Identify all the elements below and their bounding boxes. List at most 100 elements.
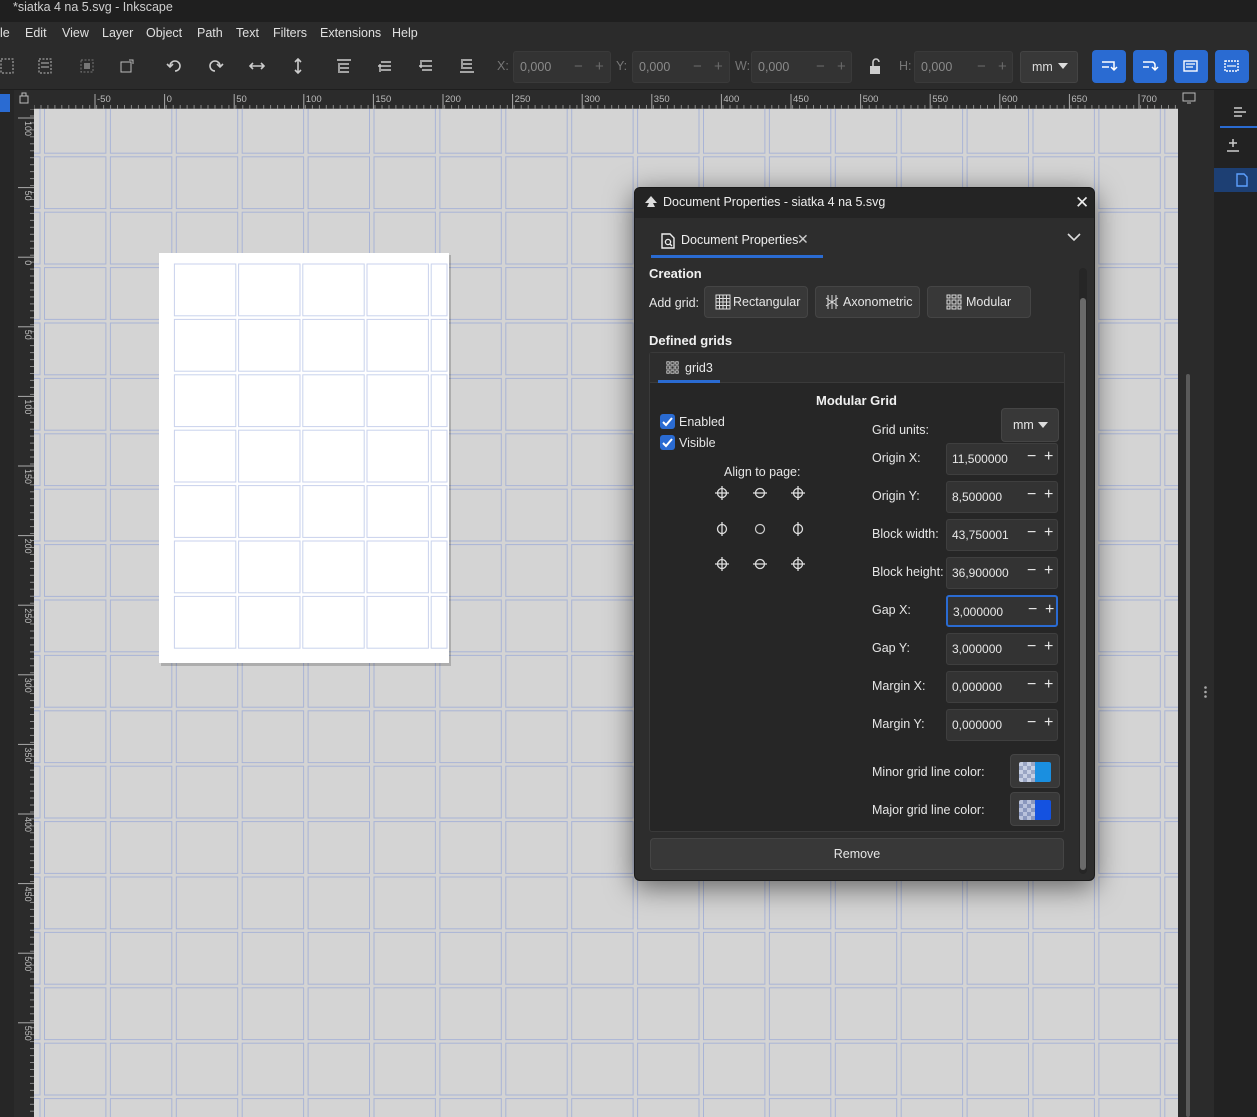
block-height-decrement-icon[interactable]: − xyxy=(1027,562,1036,580)
h-plus-icon[interactable]: + xyxy=(998,58,1007,75)
horizontal-ruler[interactable]: -50 0 50 100 150 200 250 300 350 400 450 500 550 600 6… xyxy=(34,90,1178,109)
move-patterns-button[interactable] xyxy=(1215,50,1249,83)
gap-y-spinbox[interactable]: 3,000000 − + xyxy=(946,633,1058,665)
dialog-titlebar[interactable]: Document Properties - siatka 4 na 5.svg … xyxy=(635,188,1094,218)
margin-x-spinbox[interactable]: 0,000000 − + xyxy=(946,671,1058,703)
block-height-value[interactable]: 36,900000 xyxy=(952,566,1009,580)
align-center-icon[interactable] xyxy=(754,523,766,535)
origin-y-spinbox[interactable]: 8,500000 − + xyxy=(946,481,1058,513)
origin-x-spinbox[interactable]: 11,500000 − + xyxy=(946,443,1058,475)
major-color-button[interactable] xyxy=(1010,792,1060,826)
lock-icon[interactable] xyxy=(867,57,885,75)
y-plus-icon[interactable]: + xyxy=(714,58,723,75)
deselect-icon[interactable] xyxy=(78,57,96,75)
gap-x-decrement-icon[interactable]: − xyxy=(1028,601,1037,619)
menu-layer[interactable]: Layer xyxy=(102,26,133,40)
align-middle-right-icon[interactable] xyxy=(792,522,804,536)
gap-x-spinbox[interactable]: 3,000000 − + xyxy=(946,595,1058,627)
rotate-cw-icon[interactable] xyxy=(206,57,224,75)
margin-y-increment-icon[interactable]: + xyxy=(1044,714,1053,732)
dock-handle[interactable] xyxy=(1200,90,1214,1117)
align-top-left-icon[interactable] xyxy=(715,486,729,500)
gap-y-value[interactable]: 3,000000 xyxy=(952,642,1002,656)
align-bottom-center-icon[interactable] xyxy=(753,558,767,570)
menu-file[interactable]: le xyxy=(0,26,10,40)
y-spinbox[interactable]: 0,000 − + xyxy=(632,51,730,83)
selector-tool-icon[interactable] xyxy=(0,94,10,112)
layers-tab[interactable] xyxy=(1220,98,1257,128)
rotate-ccw-icon[interactable] xyxy=(166,57,184,75)
align-top-center-icon[interactable] xyxy=(753,487,767,499)
margin-y-spinbox[interactable]: 0,000000 − + xyxy=(946,709,1058,741)
grid-units-dropdown[interactable]: mm xyxy=(1001,408,1059,442)
units-dropdown[interactable]: mm xyxy=(1020,51,1078,83)
y-minus-icon[interactable]: − xyxy=(693,58,702,75)
origin-y-increment-icon[interactable]: + xyxy=(1044,486,1053,504)
margin-y-value[interactable]: 0,000000 xyxy=(952,718,1002,732)
drag-handle-icon[interactable] xyxy=(1204,686,1207,698)
vertical-ruler[interactable]: 100 50 0 50 100 150 200 250 300 350 400 450 500 550 xyxy=(14,109,34,1117)
raise-to-top-icon[interactable] xyxy=(335,57,353,75)
w-spinbox[interactable]: 0,000 − + xyxy=(751,51,852,83)
dialog-scrollbar-thumb[interactable] xyxy=(1080,298,1086,870)
display-mode-icon[interactable] xyxy=(1182,92,1196,104)
w-minus-icon[interactable]: − xyxy=(816,58,825,75)
x-spinbox[interactable]: 0,000 − + xyxy=(513,51,611,83)
x-minus-icon[interactable]: − xyxy=(574,58,583,75)
menu-filters[interactable]: Filters xyxy=(273,26,307,40)
align-bottom-left-icon[interactable] xyxy=(715,557,729,571)
vertical-scrollbar[interactable] xyxy=(1178,109,1196,1117)
tabs-menu-chevron-icon[interactable] xyxy=(1067,231,1081,245)
gap-y-decrement-icon[interactable]: − xyxy=(1027,638,1036,656)
block-height-increment-icon[interactable]: + xyxy=(1044,562,1053,580)
menu-path[interactable]: Path xyxy=(197,26,223,40)
gap-y-increment-icon[interactable]: + xyxy=(1044,638,1053,656)
add-rectangular-grid-button[interactable]: Rectangular xyxy=(704,286,808,318)
gap-x-increment-icon[interactable]: + xyxy=(1045,601,1054,619)
menu-object[interactable]: Object xyxy=(146,26,182,40)
scrollbar-thumb[interactable] xyxy=(1186,374,1190,1117)
add-modular-grid-button[interactable]: Modular xyxy=(927,286,1031,318)
tab-close-icon[interactable]: ✕ xyxy=(797,231,809,248)
add-layer-icon[interactable] xyxy=(1226,138,1240,152)
raise-icon[interactable] xyxy=(376,57,394,75)
align-top-right-icon[interactable] xyxy=(791,486,805,500)
menu-text[interactable]: Text xyxy=(236,26,259,40)
tab-grid3[interactable]: grid3 xyxy=(658,357,720,383)
h-spinbox[interactable]: 0,000 − + xyxy=(914,51,1013,83)
minor-color-button[interactable] xyxy=(1010,754,1060,788)
close-icon[interactable]: ✕ xyxy=(1075,193,1089,213)
dialog-scrollbar[interactable] xyxy=(1079,268,1087,874)
origin-x-decrement-icon[interactable]: − xyxy=(1027,448,1036,466)
transform-handles-icon[interactable] xyxy=(118,57,136,75)
x-plus-icon[interactable]: + xyxy=(595,58,604,75)
lower-to-bottom-icon[interactable] xyxy=(458,57,476,75)
remove-grid-button[interactable]: Remove xyxy=(650,838,1064,870)
h-minus-icon[interactable]: − xyxy=(977,58,986,75)
scale-corners-button[interactable] xyxy=(1133,50,1167,83)
margin-x-increment-icon[interactable]: + xyxy=(1044,676,1053,694)
layer-row[interactable] xyxy=(1214,168,1257,192)
block-width-increment-icon[interactable]: + xyxy=(1044,524,1053,542)
align-bottom-right-icon[interactable] xyxy=(791,557,805,571)
block-width-spinbox[interactable]: 43,750001 − + xyxy=(946,519,1058,551)
visible-checkbox[interactable] xyxy=(660,435,675,450)
select-all-icon[interactable] xyxy=(0,57,18,75)
enabled-checkbox[interactable] xyxy=(660,414,675,429)
w-plus-icon[interactable]: + xyxy=(837,58,846,75)
origin-y-decrement-icon[interactable]: − xyxy=(1027,486,1036,504)
block-height-spinbox[interactable]: 36,900000 − + xyxy=(946,557,1058,589)
menu-extensions[interactable]: Extensions xyxy=(320,26,381,40)
margin-x-decrement-icon[interactable]: − xyxy=(1027,676,1036,694)
scale-stroke-button[interactable] xyxy=(1092,50,1126,83)
align-middle-left-icon[interactable] xyxy=(716,522,728,536)
menu-help[interactable]: Help xyxy=(392,26,418,40)
block-width-decrement-icon[interactable]: − xyxy=(1027,524,1036,542)
flip-horizontal-icon[interactable] xyxy=(248,57,266,75)
menu-view[interactable]: View xyxy=(62,26,89,40)
add-axonometric-grid-button[interactable]: Axonometric xyxy=(815,286,920,318)
select-all-layers-icon[interactable] xyxy=(36,57,54,75)
block-width-value[interactable]: 43,750001 xyxy=(952,528,1009,542)
origin-y-value[interactable]: 8,500000 xyxy=(952,490,1002,504)
margin-x-value[interactable]: 0,000000 xyxy=(952,680,1002,694)
